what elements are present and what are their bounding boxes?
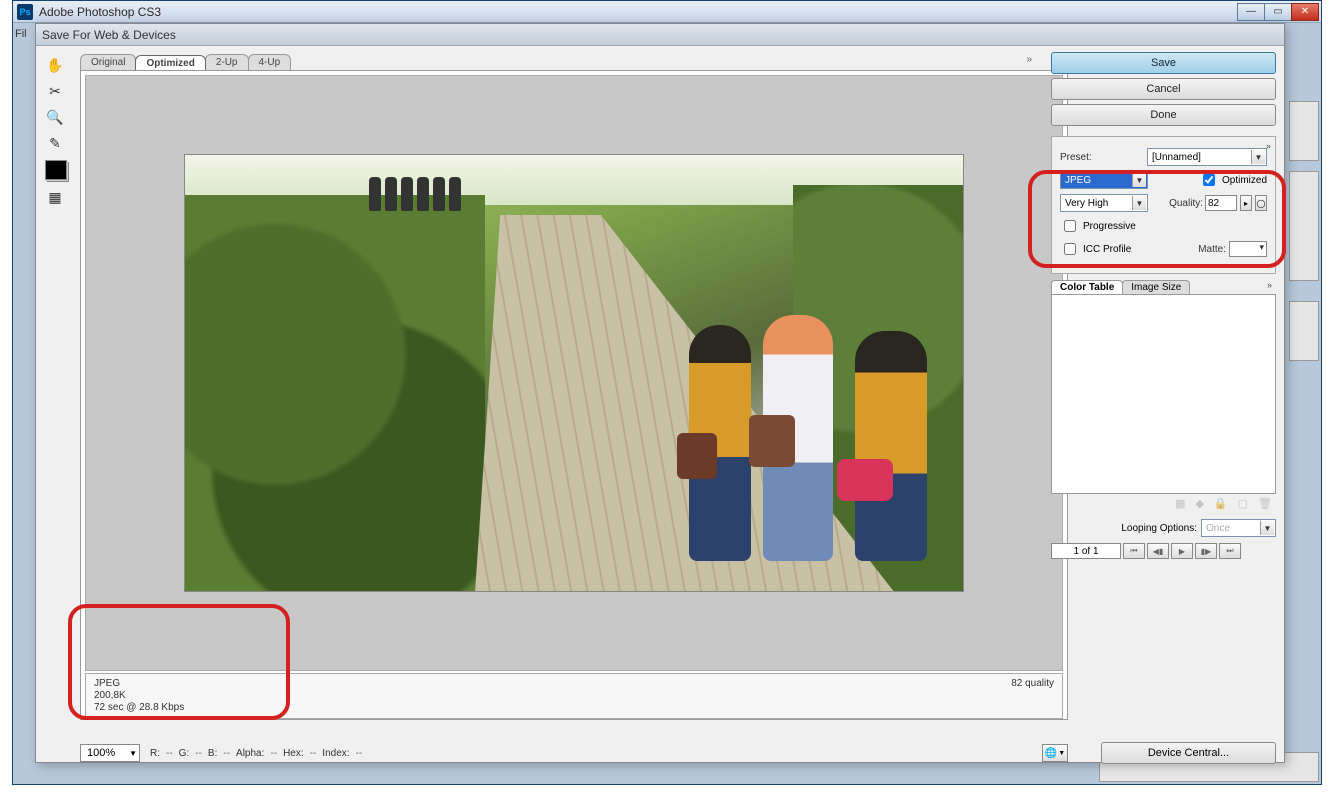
ct-new-icon[interactable]: ▢ [1238, 497, 1248, 510]
color-table-toolbar: ▦ ◆ 🔒 ▢ 🗑 [1051, 494, 1276, 513]
preview-pane: JPEG 200,8K 72 sec @ 28.8 Kbps 82 qualit… [80, 70, 1068, 720]
preview-browser-icon[interactable]: 🌐▼ [1042, 744, 1068, 762]
info-time: 72 sec @ 28.8 Kbps [94, 702, 184, 714]
tab-4up[interactable]: 4-Up [248, 54, 292, 70]
preview-flyout-icon[interactable]: » [1026, 54, 1032, 65]
info-size: 200,8K [94, 690, 184, 702]
right-panel: Save Cancel Done » Preset: [Unnamed] ▼ J… [1051, 52, 1276, 559]
quality-label: Quality: [1169, 198, 1203, 209]
preview-image [184, 154, 964, 592]
chevron-down-icon: ▼ [1260, 521, 1274, 535]
status-bar: 100% ▼ R:-- G:-- B:-- Alpha:-- Hex:-- In… [80, 742, 1068, 764]
quality-slider-icon[interactable]: ▸ [1240, 195, 1252, 211]
ct-lock-icon[interactable]: 🔒 [1214, 497, 1228, 510]
optimize-settings: » Preset: [Unnamed] ▼ JPEG ▼ Opti [1051, 136, 1276, 274]
chevron-down-icon: ▼ [1132, 173, 1146, 187]
minimize-button[interactable]: — [1237, 3, 1265, 21]
matte-label: Matte: [1198, 244, 1226, 255]
toggle-slices-icon[interactable]: ▦ [42, 186, 68, 208]
play-button[interactable]: ▶ [1171, 543, 1193, 559]
quality-preset-dropdown[interactable]: Very High ▼ [1060, 194, 1148, 212]
app-icon: Ps [17, 4, 33, 20]
colortable-flyout-icon[interactable]: » [1267, 280, 1272, 290]
prev-frame-button[interactable]: ◀▮ [1147, 543, 1169, 559]
tab-image-size[interactable]: Image Size [1122, 280, 1190, 294]
preview-info-bar: JPEG 200,8K 72 sec @ 28.8 Kbps 82 qualit… [85, 673, 1063, 719]
done-button[interactable]: Done [1051, 104, 1276, 126]
looping-dropdown[interactable]: Once ▼ [1201, 519, 1276, 537]
tab-optimized[interactable]: Optimized [135, 55, 205, 71]
info-format: JPEG [94, 678, 184, 690]
looping-label: Looping Options: [1121, 523, 1197, 534]
ct-trash-icon[interactable]: 🗑 [1258, 497, 1272, 510]
first-frame-button[interactable]: ⏮ [1123, 543, 1145, 559]
device-central-button[interactable]: Device Central... [1101, 742, 1276, 764]
frame-indicator: 1 of 1 [1051, 543, 1121, 559]
zoom-value: 100% [87, 747, 115, 759]
close-button[interactable]: ✕ [1291, 3, 1319, 21]
playback-controls: 1 of 1 ⏮ ◀▮ ▶ ▮▶ ⏭ [1051, 543, 1276, 559]
quality-input[interactable] [1205, 195, 1237, 211]
preview-tabs: Original Optimized 2-Up 4-Up [80, 52, 290, 70]
zoom-tool-icon[interactable]: 🔍 [42, 106, 68, 128]
zoom-field[interactable]: 100% ▼ [80, 744, 140, 762]
eyedropper-tool-icon[interactable]: ✎ [42, 132, 68, 154]
slice-select-tool-icon[interactable]: ✂ [42, 80, 68, 102]
tab-2up[interactable]: 2-Up [205, 54, 249, 70]
dialog-title: Save For Web & Devices [42, 28, 176, 42]
next-frame-button[interactable]: ▮▶ [1195, 543, 1217, 559]
save-for-web-dialog: Save For Web & Devices ✋ ✂ 🔍 ✎ ▦ Origina… [35, 23, 1285, 763]
progressive-checkbox[interactable]: Progressive [1060, 217, 1136, 235]
format-dropdown[interactable]: JPEG ▼ [1060, 171, 1148, 189]
dialog-titlebar: Save For Web & Devices [36, 24, 1284, 46]
matte-dropdown[interactable] [1229, 241, 1267, 257]
icc-profile-checkbox[interactable]: ICC Profile [1060, 240, 1131, 258]
bg-panel [1289, 171, 1319, 281]
info-quality: 82 quality [1011, 678, 1054, 714]
save-button[interactable]: Save [1051, 52, 1276, 74]
hand-tool-icon[interactable]: ✋ [42, 54, 68, 76]
preset-label: Preset: [1060, 152, 1092, 163]
preview-canvas[interactable] [85, 75, 1063, 671]
ct-icon[interactable]: ▦ [1175, 497, 1185, 510]
color-table-panel [1051, 294, 1276, 494]
bg-panel [1289, 101, 1319, 161]
tab-color-table[interactable]: Color Table [1051, 280, 1123, 294]
optimized-checkbox[interactable]: Optimized [1199, 171, 1267, 189]
bg-panel [1289, 301, 1319, 361]
menubar-fragment[interactable]: Fil [15, 25, 35, 43]
quality-mask-icon[interactable]: ◯ [1255, 195, 1267, 211]
preset-dropdown[interactable]: [Unnamed] ▼ [1147, 148, 1267, 166]
status-readouts: R:-- G:-- B:-- Alpha:-- Hex:-- Index:-- [150, 748, 362, 759]
main-window-title: Adobe Photoshop CS3 [37, 5, 1238, 19]
looping-row: Looping Options: Once ▼ [1051, 519, 1276, 537]
chevron-down-icon: ▼ [1132, 196, 1146, 210]
dialog-toolbar: ✋ ✂ 🔍 ✎ ▦ [42, 54, 70, 208]
preview-info-left: JPEG 200,8K 72 sec @ 28.8 Kbps [94, 678, 184, 714]
last-frame-button[interactable]: ⏭ [1219, 543, 1241, 559]
main-titlebar: Ps Adobe Photoshop CS3 — ▭ ✕ [13, 1, 1321, 23]
maximize-button[interactable]: ▭ [1264, 3, 1292, 21]
info-panel: » Color Table Image Size ▦ ◆ 🔒 ▢ 🗑 [1051, 280, 1276, 513]
ct-icon[interactable]: ◆ [1195, 497, 1203, 510]
cancel-button[interactable]: Cancel [1051, 78, 1276, 100]
photoshop-main-window: Ps Adobe Photoshop CS3 — ▭ ✕ Fil Save Fo… [12, 0, 1322, 785]
main-window-controls: — ▭ ✕ [1238, 3, 1319, 21]
color-swatch[interactable] [45, 160, 67, 180]
tab-original[interactable]: Original [80, 54, 136, 70]
chevron-down-icon: ▼ [1251, 150, 1265, 164]
